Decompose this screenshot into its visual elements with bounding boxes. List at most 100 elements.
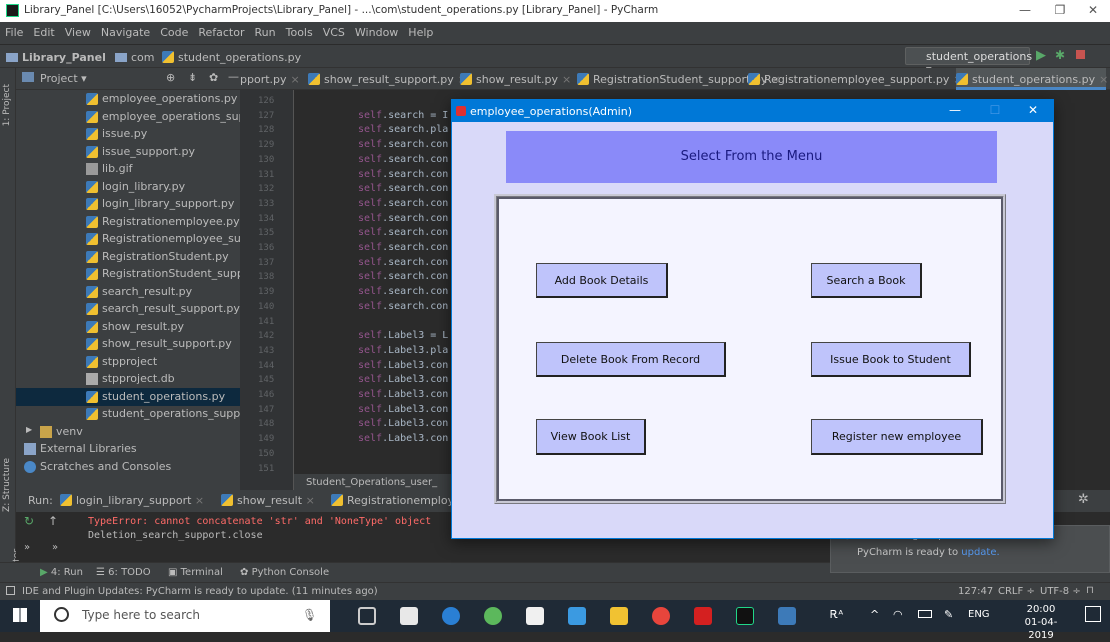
expand-arrow-icon[interactable]: ▶ (26, 425, 32, 434)
menu-tools[interactable]: Tools (281, 22, 318, 39)
close-tab-icon[interactable]: × (1099, 73, 1108, 86)
line-separator[interactable]: CRLF ÷ (998, 586, 1035, 597)
tree-item[interactable]: search_result.py (16, 283, 240, 301)
people-icon[interactable]: Ꭱᴬ (830, 608, 843, 622)
notification-center-icon[interactable] (1085, 606, 1101, 622)
menu-file[interactable]: File (0, 22, 28, 39)
tree-item[interactable]: search_result_support.py (16, 300, 240, 318)
editor-tab[interactable]: show_result.py× (460, 68, 573, 90)
tree-item[interactable]: employee_operations_support.py (16, 108, 240, 126)
dialog-minimize-icon[interactable]: — (940, 103, 970, 117)
nav-folder[interactable]: com (115, 51, 155, 64)
task-view-icon[interactable] (358, 607, 376, 625)
tree-item[interactable]: show_result_support.py (16, 335, 240, 353)
search-book-button[interactable]: Search a Book (811, 263, 922, 298)
tray-expand-icon[interactable]: ^ (870, 608, 879, 621)
settings-gear-icon[interactable]: ✲ (1078, 492, 1089, 507)
tree-item[interactable]: Registrationemployee_support.p (16, 230, 240, 248)
nav-file[interactable]: student_operations.py (162, 51, 301, 64)
nav-project[interactable]: Library_Panel (6, 51, 106, 64)
maximize-icon[interactable]: ❐ (1045, 3, 1075, 19)
microphone-icon[interactable]: 🎙 (302, 608, 317, 622)
structure-tool-tab[interactable]: Z: Structure (2, 458, 12, 512)
python-icon[interactable] (778, 607, 796, 625)
caret-position[interactable]: 127:47 (958, 586, 993, 597)
menu-refactor[interactable]: Refactor (193, 22, 249, 39)
minimize-icon[interactable]: — (1010, 3, 1040, 19)
file-encoding[interactable]: UTF-8 ÷ (1040, 586, 1081, 597)
file-explorer-icon[interactable] (610, 607, 628, 625)
issue-book-button[interactable]: Issue Book to Student (811, 342, 971, 377)
menu-code[interactable]: Code (155, 22, 193, 39)
view-book-list-button[interactable]: View Book List (536, 419, 646, 455)
run-tab-login[interactable]: login_library_support × (60, 494, 204, 507)
acrobat-icon[interactable] (694, 607, 712, 625)
wifi-icon[interactable]: ◠ (893, 608, 903, 621)
tree-item[interactable]: ▶External Libraries (16, 440, 240, 458)
menu-vcs[interactable]: VCS (318, 22, 350, 39)
target-icon[interactable]: ⊕ (166, 71, 175, 84)
expand-right-icon[interactable]: » (52, 542, 58, 553)
app-icon[interactable] (442, 607, 460, 625)
menu-run[interactable]: Run (250, 22, 281, 39)
register-employee-button[interactable]: Register new employee (811, 419, 983, 455)
tree-item[interactable]: RegistrationStudent_support.py (16, 265, 240, 283)
tree-item[interactable]: show_result.py (16, 318, 240, 336)
store-icon[interactable] (526, 607, 544, 625)
status-message[interactable]: IDE and Plugin Updates: PyCharm is ready… (22, 586, 378, 597)
hide-panel-icon[interactable]: — (228, 70, 239, 83)
close-tab-icon[interactable]: × (562, 73, 571, 86)
status-toggle-icon[interactable] (6, 586, 15, 595)
pen-icon[interactable]: ✎ (944, 608, 953, 621)
update-link[interactable]: update. (961, 547, 999, 558)
python-console-tool-button[interactable]: ✿ Python Console (240, 567, 329, 578)
mail-icon[interactable] (400, 607, 418, 625)
language-indicator[interactable]: ENG (968, 609, 990, 620)
menu-help[interactable]: Help (403, 22, 438, 39)
tree-item[interactable]: stpproject.db (16, 370, 240, 388)
battery-icon[interactable] (918, 610, 932, 618)
close-tab-icon[interactable]: × (291, 73, 300, 86)
expand-icon[interactable]: » (24, 542, 30, 553)
tree-item[interactable]: stpproject (16, 353, 240, 371)
clock[interactable]: 20:0001-04-2019 (1012, 603, 1070, 642)
up-arrow-icon[interactable]: ↑ (48, 514, 58, 528)
terminal-tool-button[interactable]: ▣ Terminal (168, 567, 223, 578)
project-panel-title[interactable]: Project ▾ (40, 72, 87, 85)
run-tool-button[interactable]: ▶ 4: Run (40, 567, 83, 578)
app-icon[interactable] (484, 607, 502, 625)
tree-item[interactable]: student_operations_support.py (16, 405, 240, 423)
run-icon[interactable]: ▶ (1036, 48, 1046, 63)
tree-item[interactable]: Registrationemployee.py (16, 213, 240, 231)
rerun-icon[interactable]: ↻ (24, 514, 34, 528)
windows-start-icon[interactable] (13, 608, 27, 622)
tree-item[interactable]: login_library.py (16, 178, 240, 196)
editor-tab[interactable]: RegistrationStudent_support.py× (577, 68, 744, 90)
stop-icon[interactable] (1076, 50, 1085, 59)
tree-item[interactable]: login_library_support.py (16, 195, 240, 213)
run-tab-show-result[interactable]: show_result × (221, 494, 315, 507)
menu-window[interactable]: Window (350, 22, 403, 39)
add-book-details-button[interactable]: Add Book Details (536, 263, 668, 298)
dialog-close-icon[interactable]: ✕ (1018, 103, 1048, 117)
editor-tab[interactable]: Registrationemployee_support.py× (748, 68, 952, 90)
pycharm-icon[interactable] (736, 607, 754, 625)
lock-icon[interactable]: ⊓ (1086, 585, 1094, 596)
menu-navigate[interactable]: Navigate (96, 22, 155, 39)
editor-tab[interactable]: student_operations.py× (956, 68, 1106, 90)
tree-item[interactable]: issue.py (16, 125, 240, 143)
tree-item[interactable]: lib.gif (16, 160, 240, 178)
app-icon[interactable] (568, 607, 586, 625)
editor-tab[interactable]: pport.py× (240, 68, 302, 90)
menu-view[interactable]: View (60, 22, 96, 39)
gear-icon[interactable]: ✿ (209, 71, 218, 84)
tree-item[interactable]: student_operations.py (16, 388, 240, 406)
project-tool-tab[interactable]: 1: Project (2, 84, 12, 126)
close-icon[interactable]: ✕ (1078, 3, 1108, 19)
editor-tab[interactable]: show_result_support.py× (308, 68, 456, 90)
tree-item[interactable]: employee_operations.py (16, 90, 240, 108)
tree-item[interactable]: ▶venv (16, 423, 240, 441)
todo-tool-button[interactable]: ☰ 6: TODO (96, 567, 151, 578)
delete-book-button[interactable]: Delete Book From Record (536, 342, 726, 377)
collapse-icon[interactable]: ⇟ (188, 71, 197, 84)
